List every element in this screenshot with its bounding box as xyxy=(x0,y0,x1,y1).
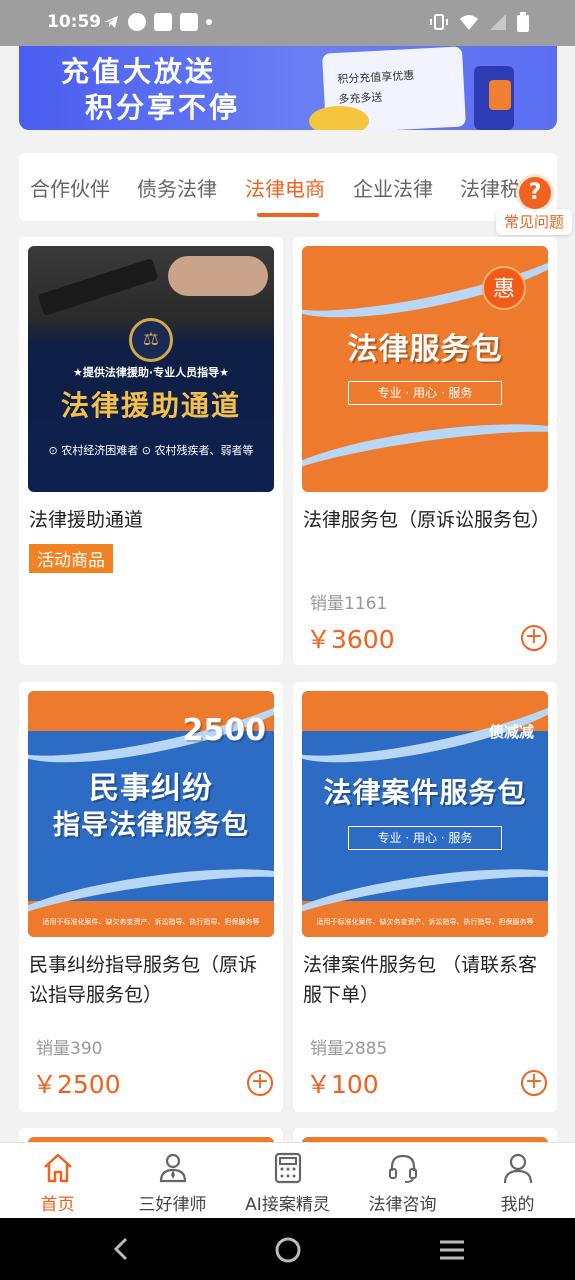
product-title[interactable]: 法律服务包（原诉讼服务包） xyxy=(303,505,550,535)
image-footnote: ⊙ 农村经济困难者 ⊙ 农村残疾者、弱者等 xyxy=(48,444,254,457)
nav-home[interactable]: 首页 xyxy=(0,1143,115,1219)
tab-legal-ecommerce[interactable]: 法律电商 xyxy=(245,173,325,202)
home-circle-icon[interactable] xyxy=(274,1236,302,1264)
product-price: ￥100 xyxy=(306,1070,379,1099)
gavel-illustration xyxy=(37,257,159,317)
image-title: 法律援助通道 xyxy=(60,389,241,422)
scales-icon: ⚖ xyxy=(129,318,173,362)
battery-icon xyxy=(517,12,529,32)
system-navigation-bar xyxy=(0,1218,575,1280)
headset-icon xyxy=(389,1154,417,1183)
image-title-1: 民事纠纷 xyxy=(89,771,213,806)
calculator-icon xyxy=(274,1152,302,1184)
faq-label: 常见问题 xyxy=(496,209,572,235)
banner-card-text-1: 积分充值享优惠 xyxy=(337,68,415,86)
nav-ai-case[interactable]: AI接案精灵 xyxy=(230,1143,345,1219)
recent-apps-icon[interactable] xyxy=(438,1238,466,1262)
nav-consult[interactable]: 法律咨询 xyxy=(345,1143,460,1219)
product-card[interactable]: 债减减 法律案件服务包 专业 · 用心 · 服务 适用于标准化案件、缺欠务变资产… xyxy=(293,682,557,1112)
nav-lawyers[interactable]: 三好律师 xyxy=(115,1143,230,1219)
add-to-cart-button[interactable]: + xyxy=(521,625,547,651)
image-fine-print: 适用于标准化案件、缺欠务变资产、诉讼指导、执行指导、担保服务等 xyxy=(316,918,534,926)
back-icon[interactable] xyxy=(110,1236,134,1262)
vibrate-icon xyxy=(430,14,448,30)
image-subtitle: ★提供法律援助·专业人员指导★ xyxy=(73,366,229,379)
more-dot-icon xyxy=(206,19,212,25)
image-price-number: 2500 xyxy=(182,713,267,748)
telegram-icon xyxy=(104,16,118,28)
banner-headline-2: 积分享不停 xyxy=(85,91,241,124)
faq-floating-button[interactable]: ? 常见问题 xyxy=(496,175,575,237)
add-to-cart-button[interactable]: + xyxy=(521,1070,547,1096)
nav-lawyers-label: 三好律师 xyxy=(138,1195,207,1215)
banner-headline-1: 充值大放送 xyxy=(61,55,217,88)
status-time: 10:59 xyxy=(47,12,102,32)
image-title: 法律服务包 xyxy=(347,332,503,367)
discount-badge-icon: 惠 xyxy=(482,266,526,310)
product-image[interactable]: 2500 民事纠纷 指导法律服务包 适用于标准化案件、缺欠务变资产、诉讼指导、执… xyxy=(28,691,274,937)
nav-profile-label: 我的 xyxy=(500,1195,535,1215)
image-tagline: 专业 · 用心 · 服务 xyxy=(348,826,502,850)
activity-badge: 活动商品 xyxy=(29,544,113,573)
product-image[interactable]: 惠 法律服务包 专业 · 用心 · 服务 xyxy=(302,246,548,492)
ribbon-decoration xyxy=(302,409,548,492)
phone-illustration xyxy=(489,80,511,110)
product-title[interactable]: 法律案件服务包 （请联系客服下单） xyxy=(303,950,549,1010)
product-image[interactable]: ⚖ ★提供法律援助·专业人员指导★ 法律援助通道 ⊙ 农村经济困难者 ⊙ 农村残… xyxy=(28,246,274,492)
brand-logo: 债减减 xyxy=(488,723,534,741)
product-card[interactable]: 惠 法律服务包 专业 · 用心 · 服务 法律服务包（原诉讼服务包） 销量116… xyxy=(293,237,557,665)
product-title[interactable]: 法律援助通道 xyxy=(29,505,275,535)
promo-banner[interactable]: 充值大放送 积分享不停 积分充值享优惠 多充多送 xyxy=(19,46,557,130)
nav-home-label: 首页 xyxy=(40,1195,75,1215)
nav-ai-case-label: AI接案精灵 xyxy=(245,1195,330,1215)
sales-count: 销量390 xyxy=(36,1039,103,1059)
sales-count: 销量2885 xyxy=(310,1039,388,1059)
question-icon: ? xyxy=(519,177,551,209)
product-card[interactable]: 2500 民事纠纷 指导法律服务包 适用于标准化案件、缺欠务变资产、诉讼指导、执… xyxy=(19,682,283,1112)
add-to-cart-button[interactable]: + xyxy=(247,1070,273,1096)
system-status-icons xyxy=(429,12,529,32)
user-icon xyxy=(503,1153,533,1184)
banner-card-text-2: 多充多送 xyxy=(338,90,383,106)
image-title: 法律案件服务包 xyxy=(323,776,527,809)
status-bar: 10:59 xyxy=(0,0,575,46)
product-price: ￥3600 xyxy=(306,625,395,654)
lawyer-icon xyxy=(159,1153,187,1183)
coins-illustration xyxy=(309,106,369,130)
product-image[interactable]: 债减减 法律案件服务包 专业 · 用心 · 服务 适用于标准化案件、缺欠务变资产… xyxy=(302,691,548,937)
home-icon xyxy=(44,1153,72,1183)
nav-profile[interactable]: 我的 xyxy=(460,1143,575,1219)
check-icon xyxy=(128,13,146,31)
tab-enterprise-law[interactable]: 企业法律 xyxy=(353,173,433,202)
image-fine-print: 适用于标准化案件、缺欠务变资产、诉讼指导、执行指导、担保服务等 xyxy=(42,918,260,926)
mail-icon xyxy=(154,13,172,31)
tab-debt-law[interactable]: 债务法律 xyxy=(137,173,217,202)
notification-icons xyxy=(102,13,212,31)
category-tabs: 合作伙伴 债务法律 法律电商 企业法律 法律税 xyxy=(19,153,557,221)
mail-icon-2 xyxy=(180,13,198,31)
hand-illustration xyxy=(168,256,268,296)
active-tab-indicator xyxy=(257,213,319,217)
tab-partners[interactable]: 合作伙伴 xyxy=(30,173,110,202)
product-title[interactable]: 民事纠纷指导服务包（原诉讼指导服务包） xyxy=(29,950,275,1010)
signal-icon xyxy=(490,14,506,30)
product-card[interactable]: ⚖ ★提供法律援助·专业人员指导★ 法律援助通道 ⊙ 农村经济困难者 ⊙ 农村残… xyxy=(19,237,283,665)
bottom-navigation: 首页 三好律师 AI接案精灵 法律咨询 我的 xyxy=(0,1142,575,1218)
nav-consult-label: 法律咨询 xyxy=(368,1195,437,1215)
image-tagline: 专业 · 用心 · 服务 xyxy=(348,381,502,405)
wifi-icon xyxy=(460,15,478,30)
image-title-2: 指导法律服务包 xyxy=(53,810,249,841)
product-price: ￥2500 xyxy=(32,1070,121,1099)
sales-count: 销量1161 xyxy=(310,594,388,614)
